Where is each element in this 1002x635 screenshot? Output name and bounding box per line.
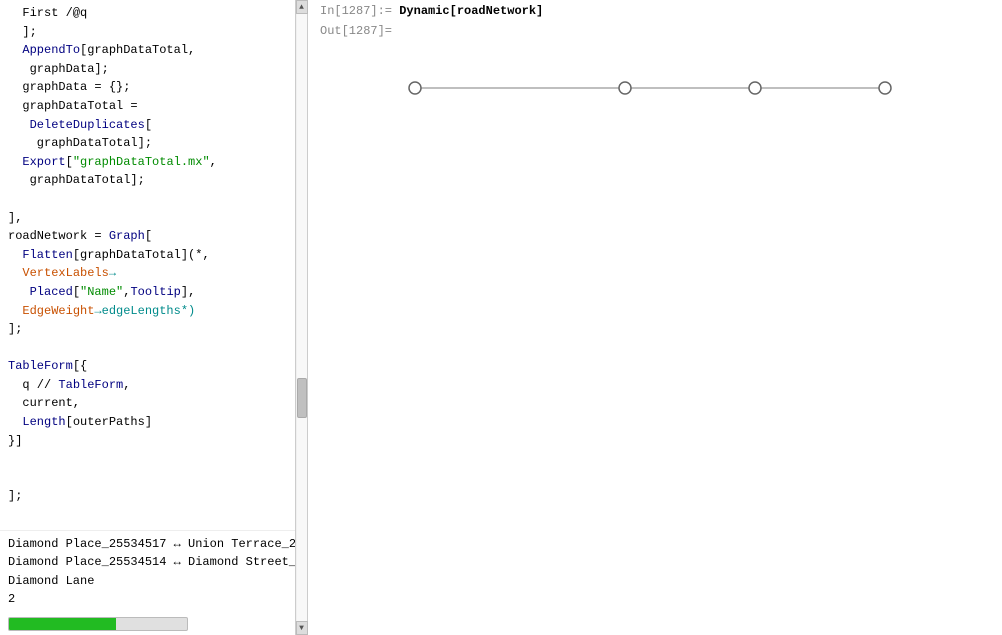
output-area: Diamond Place_25534517 ↔ Union Terrace_2… bbox=[0, 530, 307, 613]
scroll-thumb[interactable] bbox=[297, 378, 307, 418]
in-label-text: In[1287]:= bbox=[320, 4, 392, 18]
output-line: 2 bbox=[8, 590, 299, 609]
code-line: EdgeWeight→edgeLengths*) bbox=[8, 302, 299, 321]
graph-svg bbox=[320, 48, 990, 128]
scroll-up-arrow[interactable]: ▲ bbox=[296, 0, 308, 14]
code-line: graphDataTotal]; bbox=[8, 134, 299, 153]
code-line: Length[outerPaths] bbox=[8, 413, 299, 432]
scroll-down-arrow[interactable]: ▼ bbox=[296, 621, 308, 635]
code-line: VertexLabels→ bbox=[8, 264, 299, 283]
graph-node bbox=[409, 82, 421, 94]
code-line: Export["graphDataTotal.mx", bbox=[8, 153, 299, 172]
code-line: Flatten[graphDataTotal](*, bbox=[8, 246, 299, 265]
code-line: ]; bbox=[8, 320, 299, 339]
code-line: AppendTo[graphDataTotal, bbox=[8, 41, 299, 60]
code-line: Placed["Name",Tooltip], bbox=[8, 283, 299, 302]
code-line: graphDataTotal]; bbox=[8, 171, 299, 190]
right-panel: In[1287]:= Dynamic[roadNetwork] Out[1287… bbox=[308, 0, 1002, 635]
input-content-text: Dynamic[roadNetwork] bbox=[399, 4, 543, 18]
code-line bbox=[8, 469, 299, 488]
code-line bbox=[8, 190, 299, 209]
left-panel: First /@q ]; AppendTo[graphDataTotal, gr… bbox=[0, 0, 308, 635]
code-line: roadNetwork = Graph[ bbox=[8, 227, 299, 246]
graph-node bbox=[879, 82, 891, 94]
output-line: Diamond Place_25534517 ↔ Union Terrace_2 bbox=[8, 535, 299, 554]
output-label: Out[1287]= bbox=[308, 22, 1002, 40]
progress-bar-outer bbox=[8, 617, 188, 631]
code-editor: First /@q ]; AppendTo[graphDataTotal, gr… bbox=[0, 0, 307, 530]
code-line: First /@q bbox=[8, 4, 299, 23]
code-line: }] bbox=[8, 432, 299, 451]
code-line bbox=[8, 450, 299, 469]
code-line: graphData]; bbox=[8, 60, 299, 79]
scroll-track[interactable] bbox=[297, 14, 307, 621]
code-line: ], bbox=[8, 209, 299, 228]
code-line bbox=[8, 339, 299, 358]
graph-area bbox=[308, 40, 1002, 635]
code-line: ]; bbox=[8, 487, 299, 506]
output-line: Diamond Lane bbox=[8, 572, 299, 591]
code-line: q // TableForm, bbox=[8, 376, 299, 395]
code-line: ]; bbox=[8, 23, 299, 42]
code-line: graphData = {}; bbox=[8, 78, 299, 97]
left-scrollbar[interactable]: ▲ ▼ bbox=[295, 0, 307, 635]
code-line: graphDataTotal = bbox=[8, 97, 299, 116]
graph-node bbox=[749, 82, 761, 94]
progress-bar-container bbox=[8, 617, 299, 631]
graph-node bbox=[619, 82, 631, 94]
code-line: DeleteDuplicates[ bbox=[8, 116, 299, 135]
output-line: Diamond Place_25534514 ↔ Diamond Street_ bbox=[8, 553, 299, 572]
code-line: current, bbox=[8, 394, 299, 413]
code-line: TableForm[{ bbox=[8, 357, 299, 376]
input-label: In[1287]:= Dynamic[roadNetwork] bbox=[308, 0, 1002, 22]
progress-bar-inner bbox=[9, 618, 116, 630]
